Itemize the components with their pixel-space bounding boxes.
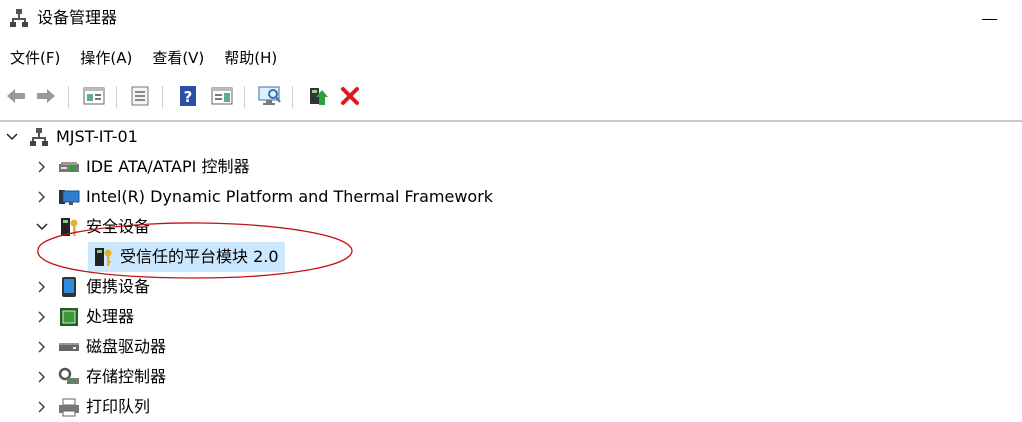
tree-item-tpm[interactable]: 受信任的平台模块 2.0 bbox=[88, 242, 285, 272]
menu-bar: 文件(F) 操作(A) 查看(V) 帮助(H) bbox=[0, 44, 287, 72]
tree-item-intel-dptf[interactable]: Intel(R) Dynamic Platform and Thermal Fr… bbox=[36, 182, 493, 212]
minimize-button[interactable] bbox=[978, 10, 1002, 28]
device-tree: MJST-IT-01 IDE ATA/ATAPI 控制器 Intel(R) Dy… bbox=[0, 122, 1022, 417]
update-driver-icon[interactable] bbox=[304, 82, 332, 110]
tree-item-label: 打印队列 bbox=[86, 397, 151, 416]
toolbar-separator bbox=[116, 86, 117, 108]
tree-item-label: IDE ATA/ATAPI 控制器 bbox=[86, 157, 250, 176]
tree-item-security-devices[interactable]: 安全设备 bbox=[36, 212, 150, 242]
toolbar: ? bbox=[0, 80, 1022, 112]
tree-item-label: 磁盘驱动器 bbox=[86, 337, 167, 356]
forward-icon[interactable] bbox=[32, 82, 60, 110]
menu-file[interactable]: 文件(F) bbox=[0, 44, 70, 72]
chevron-right-icon[interactable] bbox=[36, 371, 48, 383]
chevron-right-icon[interactable] bbox=[36, 341, 48, 353]
monitor-icon bbox=[58, 186, 80, 208]
print-preview-icon[interactable] bbox=[126, 82, 154, 110]
help-icon[interactable]: ? bbox=[174, 82, 202, 110]
uninstall-icon[interactable] bbox=[336, 82, 364, 110]
tree-item-processors[interactable]: 处理器 bbox=[36, 302, 134, 332]
panel-icon[interactable] bbox=[208, 82, 236, 110]
back-icon[interactable] bbox=[2, 82, 30, 110]
chevron-right-icon[interactable] bbox=[36, 191, 48, 203]
tree-item-disk-drives[interactable]: 磁盘驱动器 bbox=[36, 332, 166, 362]
title-bar: 设备管理器 bbox=[0, 0, 1022, 38]
printer-icon bbox=[58, 396, 80, 418]
chevron-down-icon[interactable] bbox=[6, 131, 18, 143]
tree-item-label: 受信任的平台模块 2.0 bbox=[120, 247, 279, 266]
tree-item-label: 存储控制器 bbox=[86, 367, 167, 386]
disk-drive-icon bbox=[58, 336, 80, 358]
properties-view-icon[interactable] bbox=[80, 82, 108, 110]
ide-controller-icon bbox=[58, 156, 80, 178]
menu-action[interactable]: 操作(A) bbox=[70, 44, 142, 72]
processor-icon bbox=[58, 306, 80, 328]
tree-item-portable-devices[interactable]: 便携设备 bbox=[36, 272, 150, 302]
toolbar-separator bbox=[162, 86, 163, 108]
computer-network-icon bbox=[28, 126, 50, 148]
tree-item-print-queues[interactable]: 打印队列 bbox=[36, 392, 150, 422]
chevron-right-icon[interactable] bbox=[36, 401, 48, 413]
tree-item-label: Intel(R) Dynamic Platform and Thermal Fr… bbox=[86, 187, 494, 206]
security-key-icon bbox=[92, 246, 114, 268]
svg-text:?: ? bbox=[184, 88, 193, 106]
menu-help[interactable]: 帮助(H) bbox=[214, 44, 287, 72]
tree-item-ide-controller[interactable]: IDE ATA/ATAPI 控制器 bbox=[36, 152, 249, 182]
toolbar-separator bbox=[68, 86, 69, 108]
tree-root[interactable]: MJST-IT-01 bbox=[6, 122, 138, 152]
toolbar-separator bbox=[292, 86, 293, 108]
tree-item-label: 便携设备 bbox=[86, 277, 151, 296]
chevron-right-icon[interactable] bbox=[36, 281, 48, 293]
chevron-down-icon[interactable] bbox=[36, 221, 48, 233]
window-title: 设备管理器 bbox=[37, 8, 118, 27]
tree-item-label: 安全设备 bbox=[86, 217, 151, 236]
toolbar-separator bbox=[244, 86, 245, 108]
storage-controller-icon bbox=[58, 366, 80, 388]
portable-device-icon bbox=[58, 276, 80, 298]
security-key-icon bbox=[58, 216, 80, 238]
tree-item-label: 处理器 bbox=[86, 307, 135, 326]
chevron-right-icon[interactable] bbox=[36, 311, 48, 323]
chevron-right-icon[interactable] bbox=[36, 161, 48, 173]
tree-root-label: MJST-IT-01 bbox=[56, 127, 138, 146]
menu-view[interactable]: 查看(V) bbox=[142, 44, 214, 72]
device-manager-icon bbox=[9, 8, 29, 28]
tree-item-storage-controllers[interactable]: 存储控制器 bbox=[36, 362, 166, 392]
scan-hardware-icon[interactable] bbox=[256, 82, 284, 110]
